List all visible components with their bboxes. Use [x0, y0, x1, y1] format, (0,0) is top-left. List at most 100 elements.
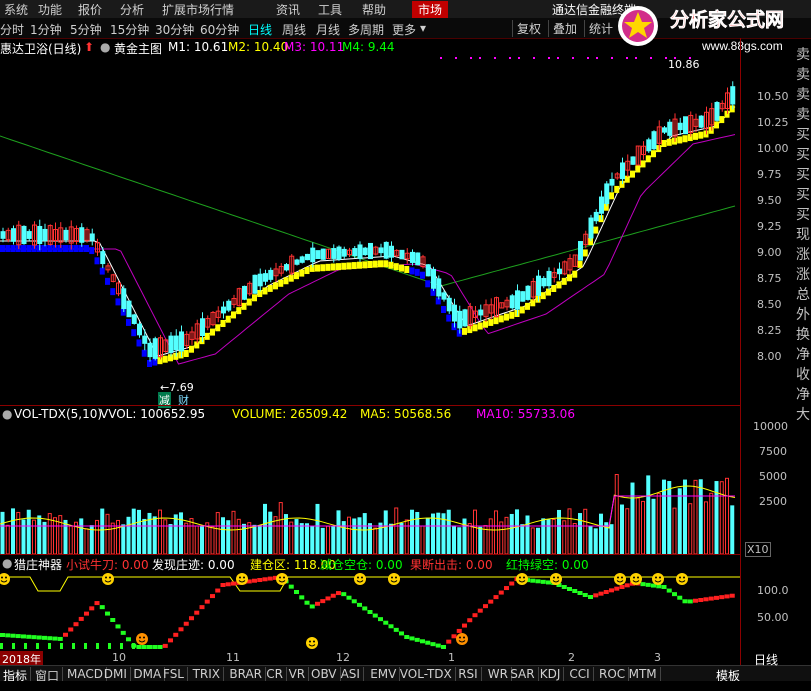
period-60min[interactable]: 60分钟: [200, 21, 239, 38]
band-block: [561, 277, 567, 285]
signal-dot: [611, 57, 613, 59]
right-tab[interactable]: 现: [795, 225, 811, 245]
vol-title[interactable]: VOL-TDX(5,10): [14, 407, 102, 421]
volume-bar: [641, 500, 645, 554]
volume-bar: [425, 517, 430, 554]
volume-bar: [121, 524, 126, 554]
tab-roc[interactable]: ROC: [596, 667, 630, 681]
candle-body: [357, 244, 363, 259]
tab-rsi[interactable]: RSI: [455, 667, 482, 681]
tab-sar[interactable]: SAR: [507, 667, 539, 681]
period-more[interactable]: 更多: [392, 21, 416, 38]
volume-bar: [473, 509, 477, 554]
volume-bar: [373, 527, 378, 554]
indicator-step: [110, 618, 116, 622]
menu-tools[interactable]: 工具: [318, 1, 342, 18]
volume-chart[interactable]: [0, 420, 740, 554]
right-tab[interactable]: 换: [795, 325, 811, 345]
indicator-chart[interactable]: [0, 571, 740, 651]
indicator-step: [393, 627, 399, 632]
tab-trix[interactable]: TRIX: [190, 667, 225, 681]
menu-analysis[interactable]: 分析: [120, 1, 144, 18]
right-tab[interactable]: 涨: [795, 265, 811, 285]
tab-dmi[interactable]: DMI: [101, 667, 131, 681]
right-tab[interactable]: 买: [795, 145, 811, 165]
menu-market[interactable]: 市场: [412, 1, 449, 18]
smiley-icon: [354, 573, 366, 585]
chevron-down-icon[interactable]: ▾: [420, 21, 426, 35]
indicator-step: [162, 643, 168, 648]
right-tab[interactable]: 买: [795, 205, 811, 225]
period-30min[interactable]: 30分钟: [155, 21, 194, 38]
right-tab[interactable]: 卖: [795, 65, 811, 85]
menu-quote[interactable]: 报价: [78, 1, 102, 18]
right-tab[interactable]: 涨: [795, 245, 811, 265]
period-daily[interactable]: 日线: [248, 21, 272, 38]
tab-emv[interactable]: EMV: [367, 667, 401, 681]
menu-extended-market[interactable]: 扩展市场行情: [162, 1, 234, 18]
indicator-step: [703, 597, 709, 602]
volume-bar: [95, 519, 99, 554]
menu-function[interactable]: 功能: [38, 1, 62, 18]
band-block: [393, 263, 399, 271]
stats-button[interactable]: 统计: [584, 20, 613, 37]
period-1min[interactable]: 1分钟: [30, 21, 62, 38]
right-tab[interactable]: 买: [795, 165, 811, 185]
menu-system[interactable]: 系统: [4, 1, 28, 18]
right-tab[interactable]: 买: [795, 125, 811, 145]
right-tab[interactable]: 收: [795, 365, 811, 385]
period-multi[interactable]: 多周期: [348, 21, 384, 38]
tab-asi[interactable]: ASI: [338, 667, 364, 681]
band-block: [498, 315, 504, 323]
right-tab[interactable]: 净: [795, 385, 811, 405]
indicator-bar: [120, 643, 123, 649]
band-block: [136, 339, 142, 347]
volume-bar: [100, 508, 105, 554]
right-tab[interactable]: 买: [795, 185, 811, 205]
volume-bar: [452, 525, 456, 554]
indicator-step: [677, 595, 683, 600]
period-15min[interactable]: 15分钟: [110, 21, 149, 38]
menu-help[interactable]: 帮助: [362, 1, 386, 18]
volume-bar: [688, 503, 693, 554]
tab-mtm[interactable]: MTM: [626, 667, 661, 681]
indicator-step: [378, 617, 383, 622]
volume-bar: [284, 514, 288, 554]
tab-brar[interactable]: BRAR: [226, 667, 267, 681]
price-chart[interactable]: [0, 56, 740, 406]
period-5min[interactable]: 5分钟: [70, 21, 102, 38]
logo-text: 分析家公式网: [670, 8, 784, 31]
fuquan-button[interactable]: 复权: [512, 20, 541, 37]
vol-circle-icon[interactable]: ●: [2, 407, 12, 421]
main-chart-name[interactable]: 黄金主图: [114, 40, 162, 57]
right-tab[interactable]: 卖: [795, 105, 811, 125]
tab-fsl[interactable]: FSL: [160, 667, 188, 681]
tab-obv[interactable]: OBV: [308, 667, 341, 681]
right-tab[interactable]: 总: [795, 285, 811, 305]
tab-cr[interactable]: CR: [263, 667, 287, 681]
period-weekly[interactable]: 周线: [282, 21, 306, 38]
band-block: [131, 329, 137, 337]
tab-kdj[interactable]: KDJ: [537, 667, 565, 681]
band-block: [241, 302, 247, 310]
overlay-button[interactable]: 叠加: [548, 20, 577, 37]
right-tab[interactable]: 卖: [795, 85, 811, 105]
period-monthly[interactable]: 月线: [316, 21, 340, 38]
right-tab[interactable]: 大: [795, 405, 811, 425]
right-tab[interactable]: 卖: [795, 45, 811, 65]
candle-body: [368, 242, 373, 260]
dropdown-circle-icon[interactable]: ●: [100, 40, 110, 54]
menu-news[interactable]: 资讯: [276, 1, 300, 18]
tab-vr[interactable]: VR: [286, 667, 310, 681]
candle-body: [173, 335, 179, 351]
signal-dot: [572, 57, 574, 59]
tab-cci[interactable]: CCI: [566, 667, 594, 681]
right-tab[interactable]: 净: [795, 345, 811, 365]
period-fenshi[interactable]: 分时: [0, 21, 24, 38]
tab-vol-tdx[interactable]: VOL-TDX: [397, 667, 456, 681]
candle-body: [593, 211, 599, 222]
ind-circle-icon[interactable]: ●: [2, 556, 12, 570]
indicator-step: [26, 634, 32, 639]
arrow-up-icon[interactable]: ⬆: [84, 40, 94, 54]
right-tab[interactable]: 外: [795, 305, 811, 325]
